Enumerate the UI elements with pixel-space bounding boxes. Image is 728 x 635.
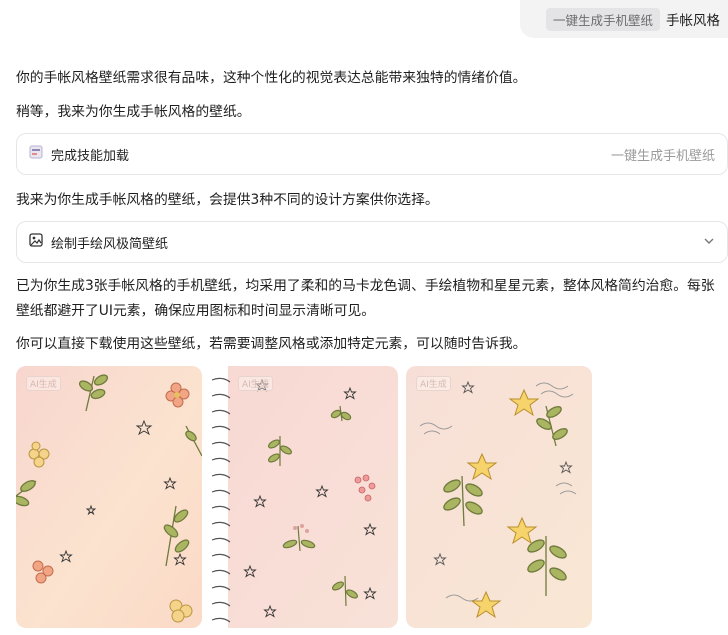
tool-card[interactable]: 绘制手绘风极简壁纸 [16,221,728,263]
closing-text: 你可以直接下载使用这些壁纸，若需要调整风格或添加特定元素，可以随时告诉我。 [16,336,527,352]
wait-text: 稍等，我来为你生成手帐风格的壁纸。 [16,104,251,120]
result-text: 已为你生成3张手帐风格的手机壁纸，均采用了柔和的马卡龙色调、手绘植物和星星元素，… [16,278,715,319]
wallpaper-floral[interactable]: AI生成 [16,366,202,628]
ai-badge: AI生成 [26,376,61,391]
intro-text: 你的手帐风格壁纸需求很有品味，这种个性化的视觉表达总能带来独特的情绪价值。 [16,70,527,86]
image-icon [29,233,43,251]
user-message-text: 手帐风格 [666,13,720,29]
user-message-bubble: 一键生成手机壁纸 手帐风格 [520,0,728,38]
tool-label: 绘制手绘风极简壁纸 [51,236,169,252]
skill-load-card[interactable]: 完成技能加载 一键生成手机壁纸 [16,133,728,175]
skill-load-icon [29,145,43,163]
wallpaper-gallery: AI生成 AI生成 AI生成 [16,366,596,628]
skill-name: 一键生成手机壁纸 [610,148,715,164]
ai-badge: AI生成 [238,376,273,391]
wallpaper-stars[interactable]: AI生成 [406,366,592,628]
wallpaper-notebook[interactable]: AI生成 [210,366,398,628]
ai-badge: AI生成 [416,376,451,391]
plan-text: 我来为你生成手帐风格的壁纸，会提供3种不同的设计方案供你选择。 [16,192,439,208]
skill-tag: 一键生成手机壁纸 [545,7,660,31]
skill-load-label: 完成技能加载 [51,148,130,164]
chevron-down-icon[interactable] [703,235,715,250]
